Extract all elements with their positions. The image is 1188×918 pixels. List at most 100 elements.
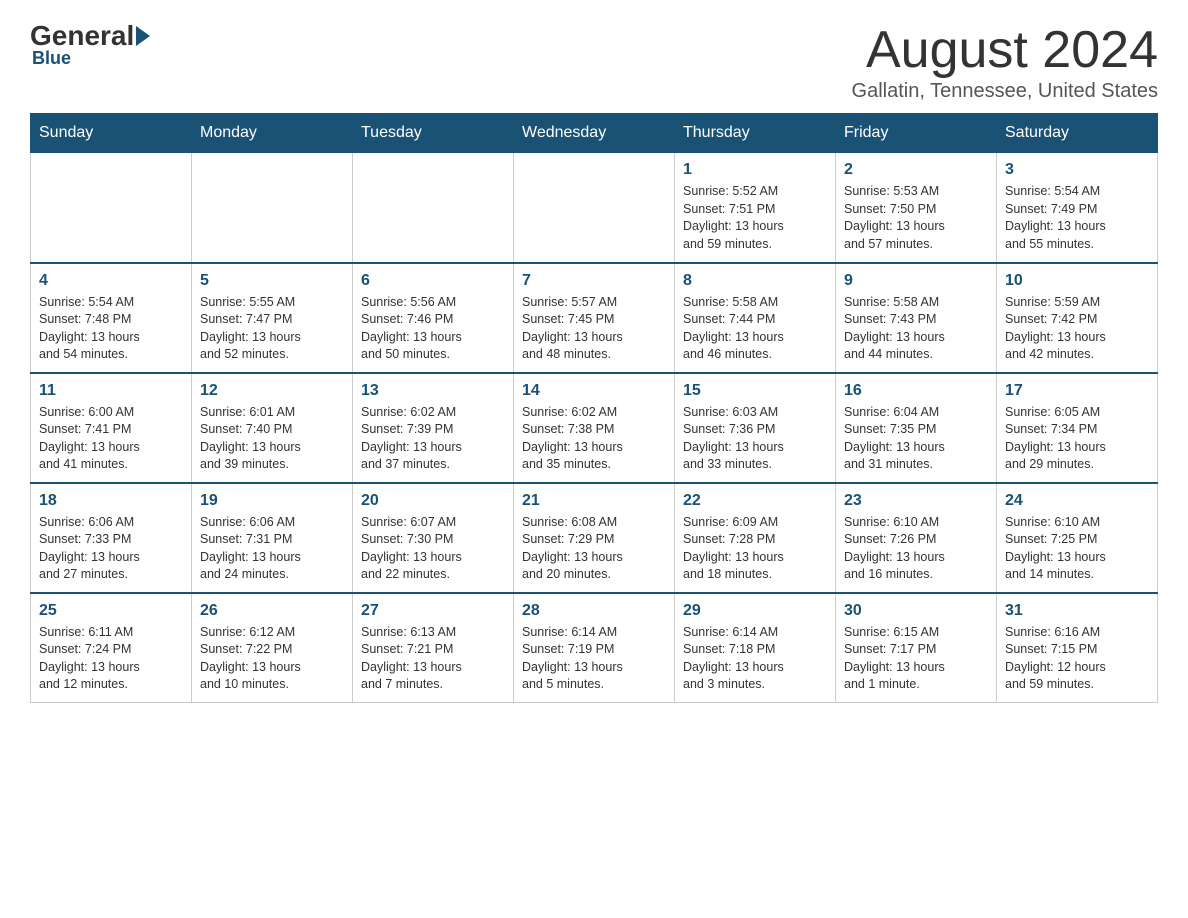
day-info: Sunrise: 5:56 AM Sunset: 7:46 PM Dayligh… <box>361 294 505 364</box>
day-info: Sunrise: 5:54 AM Sunset: 7:49 PM Dayligh… <box>1005 183 1149 253</box>
month-title: August 2024 <box>852 20 1158 80</box>
day-number: 4 <box>39 272 183 290</box>
calendar-cell: 27 Sunrise: 6:13 AM Sunset: 7:21 PM Dayli… <box>353 593 514 703</box>
calendar-cell: 6 Sunrise: 5:56 AM Sunset: 7:46 PM Daylig… <box>353 263 514 373</box>
logo-arrow-icon <box>136 26 150 46</box>
day-info: Sunrise: 5:55 AM Sunset: 7:47 PM Dayligh… <box>200 294 344 364</box>
day-number: 13 <box>361 382 505 400</box>
day-number: 14 <box>522 382 666 400</box>
day-info: Sunrise: 6:02 AM Sunset: 7:38 PM Dayligh… <box>522 404 666 474</box>
day-number: 30 <box>844 602 988 620</box>
day-info: Sunrise: 6:02 AM Sunset: 7:39 PM Dayligh… <box>361 404 505 474</box>
calendar-cell: 28 Sunrise: 6:14 AM Sunset: 7:19 PM Dayli… <box>514 593 675 703</box>
day-number: 18 <box>39 492 183 510</box>
day-number: 28 <box>522 602 666 620</box>
day-info: Sunrise: 6:11 AM Sunset: 7:24 PM Dayligh… <box>39 624 183 694</box>
calendar-cell: 29 Sunrise: 6:14 AM Sunset: 7:18 PM Dayli… <box>675 593 836 703</box>
calendar-cell: 11Sunrise: 6:00 AM Sunset: 7:41 PM Dayli… <box>31 373 192 483</box>
day-number: 22 <box>683 492 827 510</box>
day-info: Sunrise: 6:14 AM Sunset: 7:19 PM Dayligh… <box>522 624 666 694</box>
calendar-cell <box>353 153 514 263</box>
day-number: 27 <box>361 602 505 620</box>
calendar-cell: 10 Sunrise: 5:59 AM Sunset: 7:42 PM Dayli… <box>997 263 1158 373</box>
calendar-cell: 5 Sunrise: 5:55 AM Sunset: 7:47 PM Daylig… <box>192 263 353 373</box>
calendar-cell: 25 Sunrise: 6:11 AM Sunset: 7:24 PM Dayli… <box>31 593 192 703</box>
day-info: Sunrise: 6:10 AM Sunset: 7:25 PM Dayligh… <box>1005 514 1149 584</box>
calendar-cell: 17Sunrise: 6:05 AM Sunset: 7:34 PM Dayli… <box>997 373 1158 483</box>
day-info: Sunrise: 6:08 AM Sunset: 7:29 PM Dayligh… <box>522 514 666 584</box>
page-header: General Blue August 2024 Gallatin, Tenne… <box>30 20 1158 103</box>
day-number: 2 <box>844 161 988 179</box>
day-number: 25 <box>39 602 183 620</box>
calendar-week-row: 11Sunrise: 6:00 AM Sunset: 7:41 PM Dayli… <box>31 373 1158 483</box>
calendar-cell: 7 Sunrise: 5:57 AM Sunset: 7:45 PM Daylig… <box>514 263 675 373</box>
calendar-cell: 1Sunrise: 5:52 AM Sunset: 7:51 PM Daylig… <box>675 153 836 263</box>
day-info: Sunrise: 6:06 AM Sunset: 7:31 PM Dayligh… <box>200 514 344 584</box>
day-info: Sunrise: 6:05 AM Sunset: 7:34 PM Dayligh… <box>1005 404 1149 474</box>
day-header-sunday: Sunday <box>31 114 192 153</box>
logo-blue-text: Blue <box>30 48 71 69</box>
day-info: Sunrise: 5:58 AM Sunset: 7:43 PM Dayligh… <box>844 294 988 364</box>
calendar-cell: 18 Sunrise: 6:06 AM Sunset: 7:33 PM Dayli… <box>31 483 192 593</box>
calendar-cell: 13 Sunrise: 6:02 AM Sunset: 7:39 PM Dayli… <box>353 373 514 483</box>
calendar-week-row: 4 Sunrise: 5:54 AM Sunset: 7:48 PM Daylig… <box>31 263 1158 373</box>
day-info: Sunrise: 5:57 AM Sunset: 7:45 PM Dayligh… <box>522 294 666 364</box>
day-number: 20 <box>361 492 505 510</box>
day-info: Sunrise: 6:15 AM Sunset: 7:17 PM Dayligh… <box>844 624 988 694</box>
day-number: 21 <box>522 492 666 510</box>
day-number: 19 <box>200 492 344 510</box>
day-number: 1 <box>683 161 827 179</box>
day-info: Sunrise: 6:14 AM Sunset: 7:18 PM Dayligh… <box>683 624 827 694</box>
location-text: Gallatin, Tennessee, United States <box>852 80 1158 103</box>
day-info: Sunrise: 6:12 AM Sunset: 7:22 PM Dayligh… <box>200 624 344 694</box>
day-header-monday: Monday <box>192 114 353 153</box>
day-number: 26 <box>200 602 344 620</box>
day-number: 5 <box>200 272 344 290</box>
day-info: Sunrise: 6:13 AM Sunset: 7:21 PM Dayligh… <box>361 624 505 694</box>
day-number: 10 <box>1005 272 1149 290</box>
calendar-cell: 2 Sunrise: 5:53 AM Sunset: 7:50 PM Daylig… <box>836 153 997 263</box>
calendar-cell: 14 Sunrise: 6:02 AM Sunset: 7:38 PM Dayli… <box>514 373 675 483</box>
day-number: 24 <box>1005 492 1149 510</box>
day-number: 8 <box>683 272 827 290</box>
calendar-cell: 12Sunrise: 6:01 AM Sunset: 7:40 PM Dayli… <box>192 373 353 483</box>
day-header-tuesday: Tuesday <box>353 114 514 153</box>
calendar-cell <box>192 153 353 263</box>
calendar-cell: 31Sunrise: 6:16 AM Sunset: 7:15 PM Dayli… <box>997 593 1158 703</box>
day-number: 6 <box>361 272 505 290</box>
day-number: 29 <box>683 602 827 620</box>
calendar-cell: 24 Sunrise: 6:10 AM Sunset: 7:25 PM Dayli… <box>997 483 1158 593</box>
day-info: Sunrise: 5:54 AM Sunset: 7:48 PM Dayligh… <box>39 294 183 364</box>
calendar-cell: 4 Sunrise: 5:54 AM Sunset: 7:48 PM Daylig… <box>31 263 192 373</box>
day-info: Sunrise: 6:01 AM Sunset: 7:40 PM Dayligh… <box>200 404 344 474</box>
calendar-cell: 3 Sunrise: 5:54 AM Sunset: 7:49 PM Daylig… <box>997 153 1158 263</box>
day-number: 3 <box>1005 161 1149 179</box>
day-header-friday: Friday <box>836 114 997 153</box>
calendar-cell <box>514 153 675 263</box>
day-info: Sunrise: 6:06 AM Sunset: 7:33 PM Dayligh… <box>39 514 183 584</box>
logo: General Blue <box>30 20 152 69</box>
calendar-cell: 30 Sunrise: 6:15 AM Sunset: 7:17 PM Dayli… <box>836 593 997 703</box>
day-number: 7 <box>522 272 666 290</box>
calendar-cell <box>31 153 192 263</box>
day-info: Sunrise: 5:58 AM Sunset: 7:44 PM Dayligh… <box>683 294 827 364</box>
day-number: 16 <box>844 382 988 400</box>
day-number: 15 <box>683 382 827 400</box>
calendar-cell: 19 Sunrise: 6:06 AM Sunset: 7:31 PM Dayli… <box>192 483 353 593</box>
calendar-week-row: 1Sunrise: 5:52 AM Sunset: 7:51 PM Daylig… <box>31 153 1158 263</box>
calendar-week-row: 18 Sunrise: 6:06 AM Sunset: 7:33 PM Dayli… <box>31 483 1158 593</box>
day-info: Sunrise: 6:00 AM Sunset: 7:41 PM Dayligh… <box>39 404 183 474</box>
calendar-table: SundayMondayTuesdayWednesdayThursdayFrid… <box>30 113 1158 703</box>
calendar-cell: 23Sunrise: 6:10 AM Sunset: 7:26 PM Dayli… <box>836 483 997 593</box>
day-info: Sunrise: 6:09 AM Sunset: 7:28 PM Dayligh… <box>683 514 827 584</box>
day-info: Sunrise: 6:04 AM Sunset: 7:35 PM Dayligh… <box>844 404 988 474</box>
day-info: Sunrise: 5:53 AM Sunset: 7:50 PM Dayligh… <box>844 183 988 253</box>
calendar-cell: 26 Sunrise: 6:12 AM Sunset: 7:22 PM Dayli… <box>192 593 353 703</box>
day-header-saturday: Saturday <box>997 114 1158 153</box>
day-header-wednesday: Wednesday <box>514 114 675 153</box>
day-number: 31 <box>1005 602 1149 620</box>
day-header-thursday: Thursday <box>675 114 836 153</box>
day-info: Sunrise: 5:59 AM Sunset: 7:42 PM Dayligh… <box>1005 294 1149 364</box>
day-number: 9 <box>844 272 988 290</box>
calendar-header-row: SundayMondayTuesdayWednesdayThursdayFrid… <box>31 114 1158 153</box>
